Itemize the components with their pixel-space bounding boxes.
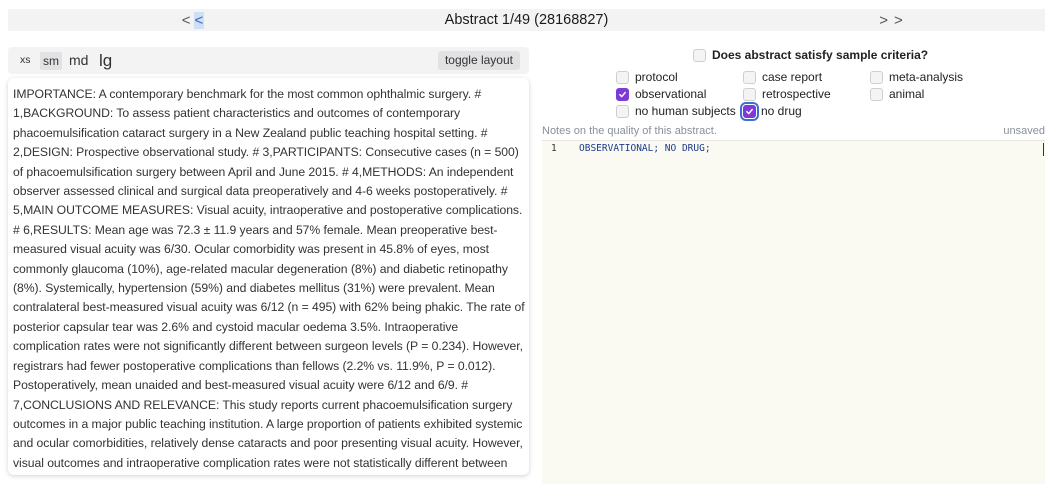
option-label: retrospective <box>762 87 831 101</box>
option-label: no drug <box>761 104 802 118</box>
option-label: no human subjects <box>635 104 736 118</box>
abstract-panel[interactable]: IMPORTANCE: A contemporary benchmark for… <box>8 78 529 475</box>
meta-analysis-checkbox[interactable] <box>870 70 883 84</box>
option-label: case report <box>762 70 823 84</box>
option-label: protocol <box>635 70 678 84</box>
size-xs-button[interactable]: xs <box>20 47 31 74</box>
no-drug-checkbox[interactable] <box>740 101 759 121</box>
last-abstract-button[interactable]: > <box>894 12 903 29</box>
previous-abstract-button[interactable]: < <box>193 11 205 29</box>
sample-criteria-label: Does abstract satisfy sample criteria? <box>712 48 929 62</box>
option-no-drug[interactable]: no drug <box>740 101 802 121</box>
first-abstract-button[interactable]: < <box>182 12 191 29</box>
size-lg-button[interactable]: lg <box>99 47 112 74</box>
option-label: observational <box>635 87 707 101</box>
protocol-checkbox[interactable] <box>616 70 629 84</box>
size-sm-button[interactable]: sm <box>40 52 62 70</box>
retrospective-checkbox[interactable] <box>743 87 756 101</box>
notes-editor[interactable]: 1 OBSERVATIONAL; NO DRUG; <box>542 140 1045 484</box>
next-abstract-button[interactable]: > <box>879 12 888 29</box>
animal-checkbox[interactable] <box>870 87 883 101</box>
checkmark-icon <box>746 108 753 114</box>
text-size-toolbar: xs sm md lg toggle layout <box>8 47 529 74</box>
abstract-navigation-bar: Abstract 1/49 (28168827) < < > > <box>8 9 1045 31</box>
option-case-report[interactable]: case report <box>743 69 822 85</box>
size-md-button[interactable]: md <box>69 47 88 74</box>
sample-criteria-checkbox[interactable] <box>693 48 706 62</box>
option-animal[interactable]: animal <box>870 86 924 102</box>
no-human-subjects-checkbox[interactable] <box>616 104 629 118</box>
line-number: 1 <box>551 143 557 154</box>
option-observational[interactable]: observational <box>616 86 706 102</box>
case-report-checkbox[interactable] <box>743 70 756 84</box>
notes-placeholder: Notes on the quality of this abstract. <box>542 125 717 137</box>
option-meta-analysis[interactable]: meta-analysis <box>870 69 963 85</box>
abstract-text: IMPORTANCE: A contemporary benchmark for… <box>13 87 525 470</box>
save-status: unsaved <box>1003 125 1045 137</box>
toggle-layout-button[interactable]: toggle layout <box>437 51 520 70</box>
previous-abstract-controls: < < <box>173 9 213 31</box>
option-retrospective[interactable]: retrospective <box>743 86 831 102</box>
sample-criteria-row[interactable]: Does abstract satisfy sample criteria? <box>693 47 928 63</box>
checkmark-icon <box>619 91 626 97</box>
notes-content[interactable]: OBSERVATIONAL; NO DRUG; <box>579 143 711 154</box>
text-caret <box>1043 143 1044 156</box>
option-no-human-subjects[interactable]: no human subjects <box>616 103 736 119</box>
observational-checkbox[interactable] <box>616 87 629 101</box>
notes-header: Notes on the quality of this abstract. u… <box>542 125 1045 139</box>
next-abstract-controls: > > <box>870 9 912 31</box>
option-protocol[interactable]: protocol <box>616 69 678 85</box>
option-label: meta-analysis <box>889 70 964 84</box>
option-label: animal <box>889 87 925 101</box>
